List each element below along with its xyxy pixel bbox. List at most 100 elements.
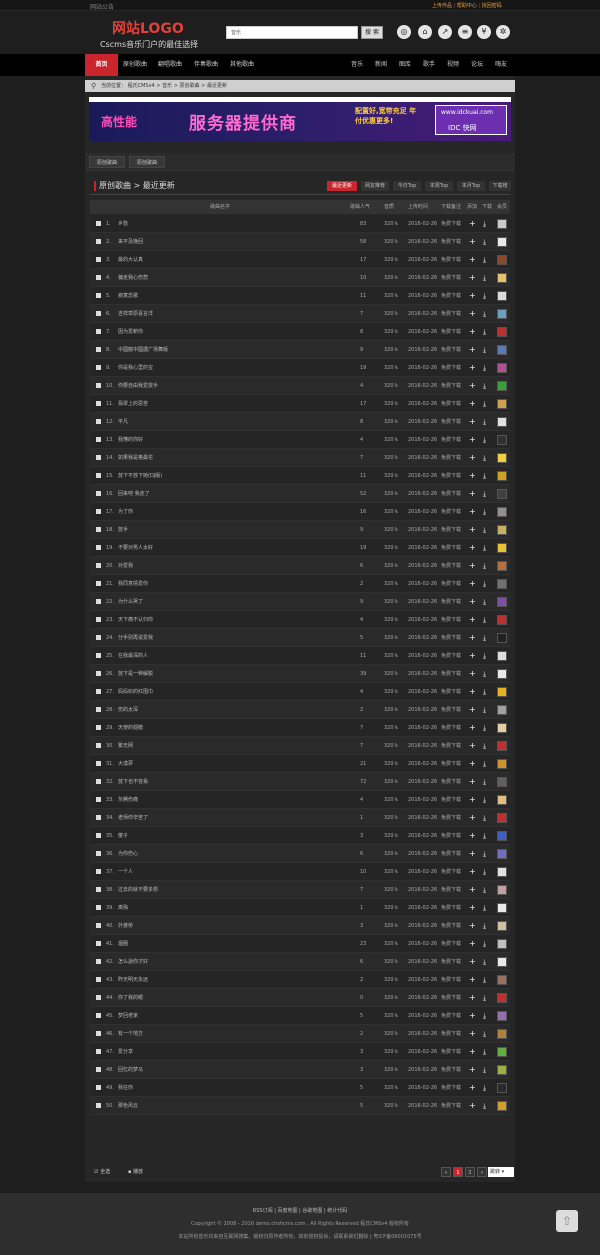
song-title-link[interactable]: 我在你 <box>118 1079 133 1097</box>
member-avatar[interactable] <box>497 669 507 679</box>
page-prev-icon[interactable]: « <box>441 1167 451 1177</box>
ad-banner[interactable]: 高性能 服务器提供商 配置好,宽带充足 年付优惠更多! www.idckuai.… <box>89 97 511 141</box>
member-avatar[interactable] <box>497 633 507 643</box>
download-icon[interactable]: ⤓ <box>483 917 486 935</box>
add-plus-icon[interactable]: + <box>469 917 476 935</box>
row-checkbox[interactable] <box>96 383 101 388</box>
row-checkbox[interactable] <box>96 761 101 766</box>
add-plus-icon[interactable]: + <box>469 1061 476 1079</box>
member-avatar[interactable] <box>497 255 507 265</box>
song-title-link[interactable]: 爱分享 <box>118 1043 133 1061</box>
member-avatar[interactable] <box>497 1065 507 1075</box>
rss-icon[interactable]: ≡ <box>458 25 472 39</box>
nav-other[interactable]: 其他歌曲 <box>230 54 254 76</box>
download-icon[interactable]: ⤓ <box>483 539 486 557</box>
member-avatar[interactable] <box>497 813 507 823</box>
tab-week-top[interactable]: 本周Top <box>425 181 453 191</box>
song-title-link[interactable]: 寂寞恋歌 <box>118 287 138 305</box>
song-title-link[interactable]: 烟圈 <box>118 935 128 953</box>
row-checkbox[interactable] <box>96 653 101 658</box>
member-avatar[interactable] <box>497 507 507 517</box>
add-plus-icon[interactable]: + <box>469 269 476 287</box>
song-title-link[interactable]: 你了我的眼 <box>118 989 143 1007</box>
row-checkbox[interactable] <box>96 995 101 1000</box>
add-plus-icon[interactable]: + <box>469 827 476 845</box>
add-plus-icon[interactable]: + <box>469 611 476 629</box>
song-title-link[interactable]: 那色风云 <box>118 1097 138 1115</box>
song-title-link[interactable]: 吉祥草原喜言洋 <box>118 305 153 323</box>
member-avatar[interactable] <box>497 543 507 553</box>
row-checkbox[interactable] <box>96 473 101 478</box>
add-plus-icon[interactable]: + <box>469 755 476 773</box>
member-avatar[interactable] <box>497 381 507 391</box>
settings-icon[interactable]: ✲ <box>496 25 510 39</box>
download-icon[interactable]: ⤓ <box>483 359 486 377</box>
member-avatar[interactable] <box>497 291 507 301</box>
row-checkbox[interactable] <box>96 833 101 838</box>
tab-today-top[interactable]: 今日Top <box>393 181 421 191</box>
tab-download-rank[interactable]: 下载榜 <box>489 181 511 191</box>
song-title-link[interactable]: 你要自由我爱放手 <box>118 377 158 395</box>
row-checkbox[interactable] <box>96 581 101 586</box>
song-title-link[interactable]: 中國龍中國護广场舞版 <box>118 341 168 359</box>
member-avatar[interactable] <box>497 723 507 733</box>
song-title-link[interactable]: 为你伤心 <box>118 845 138 863</box>
row-checkbox[interactable] <box>96 311 101 316</box>
add-plus-icon[interactable]: + <box>469 377 476 395</box>
song-title-link[interactable]: 不要对男人太好 <box>118 539 153 557</box>
download-icon[interactable]: ⤓ <box>483 719 486 737</box>
download-icon[interactable]: ⤓ <box>483 629 486 647</box>
row-checkbox[interactable] <box>96 329 101 334</box>
song-title-link[interactable]: 离殇 <box>118 899 128 917</box>
member-avatar[interactable] <box>497 939 507 949</box>
nav-news[interactable]: 新闻 <box>375 54 387 76</box>
member-avatar[interactable] <box>497 957 507 967</box>
song-title-link[interactable]: 乡愁 <box>118 215 128 233</box>
add-plus-icon[interactable]: + <box>469 1097 476 1115</box>
add-plus-icon[interactable]: + <box>469 881 476 899</box>
add-plus-icon[interactable]: + <box>469 935 476 953</box>
member-avatar[interactable] <box>497 741 507 751</box>
add-plus-icon[interactable]: + <box>469 683 476 701</box>
row-checkbox[interactable] <box>96 545 101 550</box>
back-to-top-button[interactable]: ⇧ <box>556 1210 578 1232</box>
member-avatar[interactable] <box>497 1047 507 1057</box>
add-plus-icon[interactable]: + <box>469 593 476 611</box>
song-title-link[interactable]: 放手 <box>118 521 128 539</box>
download-icon[interactable]: ⤓ <box>483 413 486 431</box>
member-avatar[interactable] <box>497 435 507 445</box>
song-title-link[interactable]: 外婆桥 <box>118 917 133 935</box>
song-title-link[interactable]: 伤的太深 <box>118 701 138 719</box>
song-title-link[interactable]: 天下痛不认归你 <box>118 611 153 629</box>
download-icon[interactable]: ⤓ <box>483 881 486 899</box>
song-title-link[interactable]: 怎么說你才好 <box>118 953 148 971</box>
member-avatar[interactable] <box>497 615 507 625</box>
add-plus-icon[interactable]: + <box>469 233 476 251</box>
song-title-link[interactable]: 大漠夢 <box>118 755 133 773</box>
music-disc-icon[interactable]: ◎ <box>397 25 411 39</box>
member-avatar[interactable] <box>497 831 507 841</box>
download-icon[interactable]: ⤓ <box>483 251 486 269</box>
member-avatar[interactable] <box>497 525 507 535</box>
download-icon[interactable]: ⤓ <box>483 449 486 467</box>
song-title-link[interactable]: 分手别再说爱我 <box>118 629 153 647</box>
member-avatar[interactable] <box>497 345 507 355</box>
download-icon[interactable]: ⤓ <box>483 683 486 701</box>
download-icon[interactable]: ⤓ <box>483 521 486 539</box>
page-2[interactable]: 2 <box>465 1167 475 1177</box>
add-plus-icon[interactable]: + <box>469 665 476 683</box>
member-avatar[interactable] <box>497 417 507 427</box>
breadcrumb-link[interactable]: 程氏CMSv4 <box>128 83 155 89</box>
row-checkbox[interactable] <box>96 797 101 802</box>
row-checkbox[interactable] <box>96 509 101 514</box>
song-title-link[interactable]: 天使的翅膀 <box>118 719 143 737</box>
member-avatar[interactable] <box>497 903 507 913</box>
add-plus-icon[interactable]: + <box>469 971 476 989</box>
download-icon[interactable]: ⤓ <box>483 611 486 629</box>
row-checkbox[interactable] <box>96 905 101 910</box>
row-checkbox[interactable] <box>96 1049 101 1054</box>
add-plus-icon[interactable]: + <box>469 1025 476 1043</box>
song-title-link[interactable]: 你是我心里的宝 <box>118 359 153 377</box>
password-link[interactable]: 找回密码 <box>482 3 502 9</box>
add-plus-icon[interactable]: + <box>469 575 476 593</box>
